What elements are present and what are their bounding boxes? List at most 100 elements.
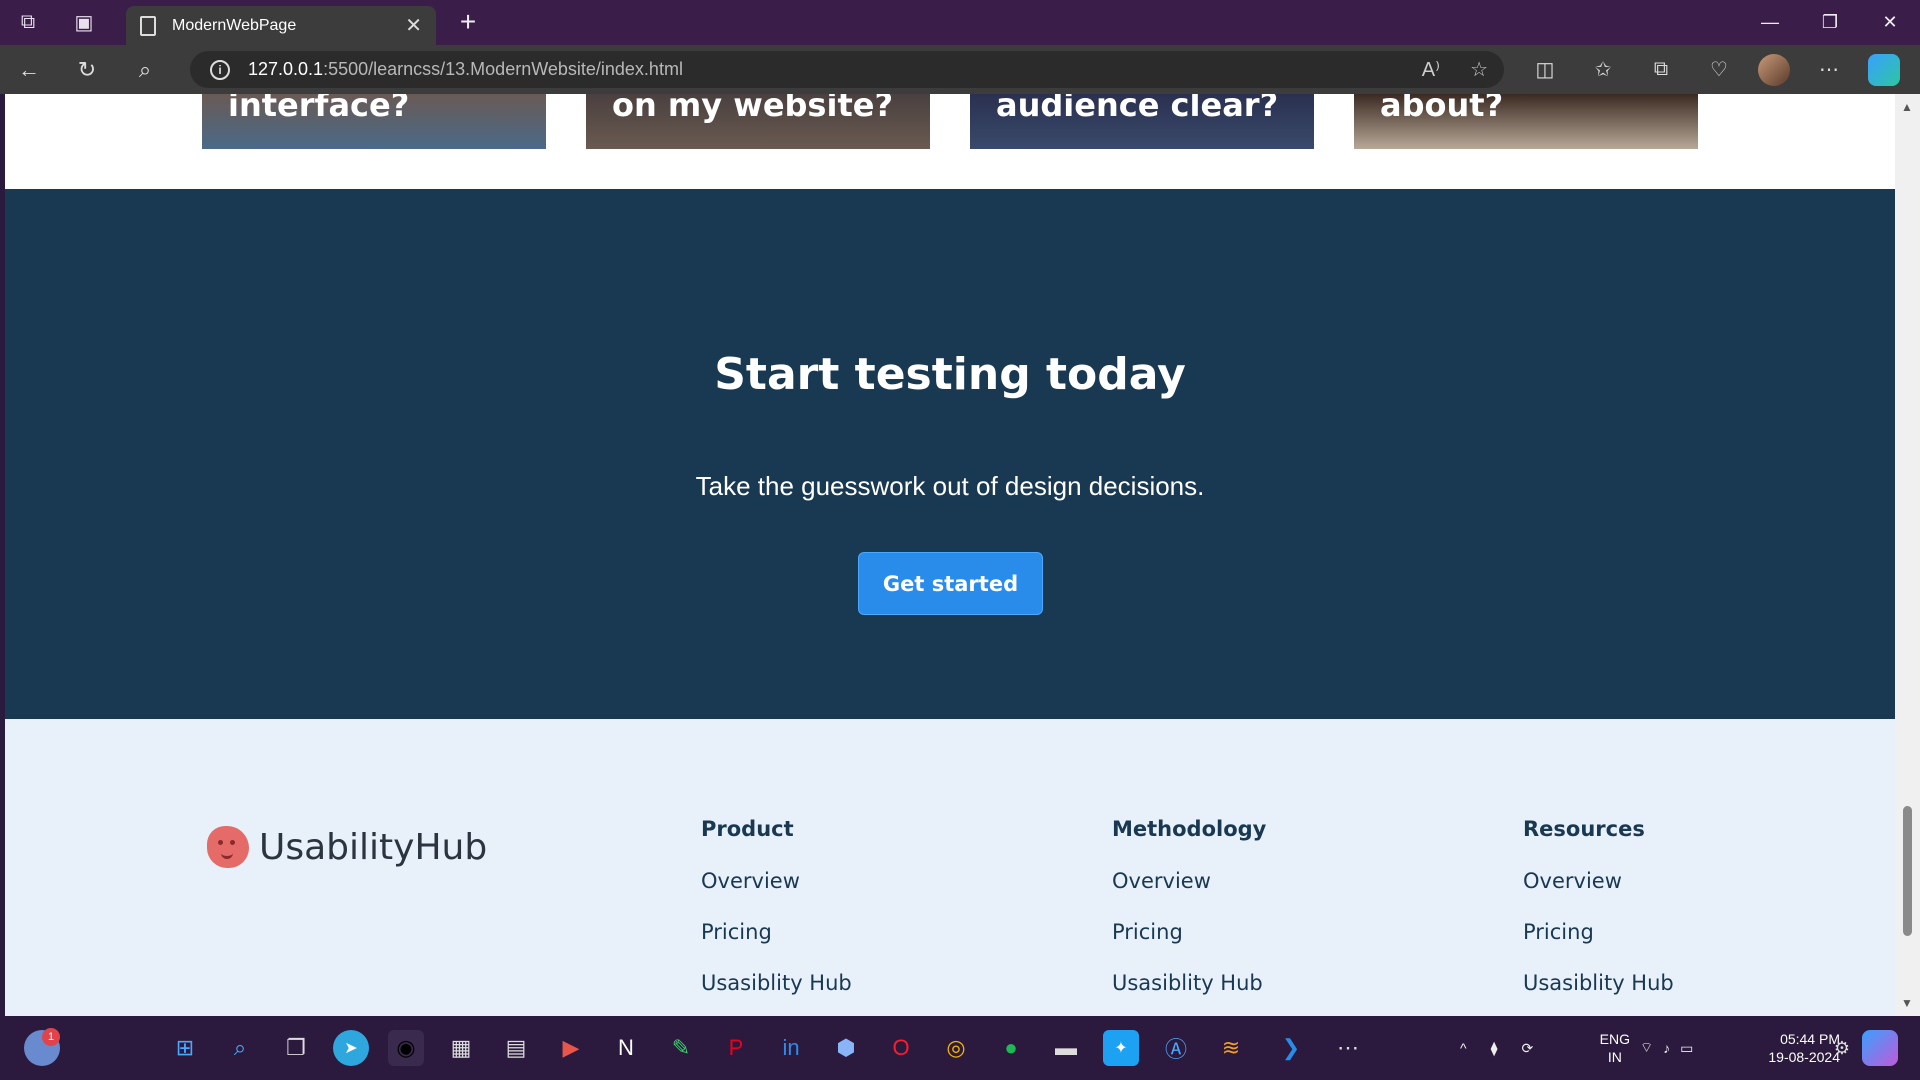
minimize-button[interactable]: — bbox=[1740, 0, 1800, 45]
dropbox-icon[interactable]: ⧫ bbox=[1491, 1040, 1498, 1057]
vscode-icon[interactable]: ❯ bbox=[1273, 1030, 1309, 1066]
card-heading: interface? bbox=[228, 94, 410, 124]
close-tab-icon[interactable]: ✕ bbox=[405, 13, 422, 38]
twitter-icon[interactable]: ✦ bbox=[1103, 1030, 1139, 1066]
card-heading: on my website? bbox=[612, 94, 893, 124]
address-bar[interactable]: i 127.0.0.1:5500/learncss/13.ModernWebsi… bbox=[190, 51, 1504, 88]
logo-icon bbox=[207, 826, 249, 868]
notion-icon[interactable]: N bbox=[608, 1030, 644, 1066]
footer-heading: Resources bbox=[1523, 817, 1645, 841]
copilot-taskbar-icon[interactable] bbox=[1862, 1030, 1898, 1066]
footer-link[interactable]: Pricing bbox=[1112, 920, 1266, 944]
url-path: :5500/learncss/13.ModernWebsite/index.ht… bbox=[323, 59, 683, 79]
store-icon[interactable]: ▤ bbox=[498, 1030, 534, 1066]
notification-badge: 1 bbox=[42, 1028, 60, 1046]
blog-card[interactable]: interface? bbox=[202, 94, 546, 149]
site-info-icon[interactable]: i bbox=[210, 59, 230, 80]
virtualbox-icon[interactable]: ⬢ bbox=[828, 1030, 864, 1066]
cta-title: Start testing today bbox=[714, 349, 1186, 400]
lang-bottom: IN bbox=[1607, 1049, 1622, 1065]
browser-tab[interactable]: ModernWebPage ✕ bbox=[126, 6, 436, 45]
collections-icon[interactable]: ⧉ bbox=[1642, 51, 1680, 89]
search-icon[interactable]: ⌕ bbox=[116, 45, 174, 94]
cards-strip: interface? on my website? audience clear… bbox=[5, 94, 1895, 189]
sublime-icon[interactable]: ≋ bbox=[1213, 1030, 1249, 1066]
get-started-button[interactable]: Get started bbox=[858, 552, 1043, 615]
cta-section: Start testing today Take the guesswork o… bbox=[5, 189, 1895, 719]
brand-logo[interactable]: UsabilityHub bbox=[207, 826, 487, 868]
volume-icon: ♪ bbox=[1663, 1040, 1671, 1056]
scrollbar-thumb[interactable] bbox=[1903, 806, 1912, 936]
page-viewport: interface? on my website? audience clear… bbox=[5, 94, 1895, 1016]
chrome-icon[interactable]: ◎ bbox=[938, 1030, 974, 1066]
split-screen-icon[interactable]: ◫ bbox=[1526, 51, 1564, 89]
page-scrollbar[interactable]: ▲ ▼ bbox=[1895, 94, 1920, 1016]
read-aloud-icon[interactable]: A⁾ bbox=[1422, 57, 1440, 82]
refresh-button[interactable]: ↻ bbox=[58, 45, 116, 94]
edge-icon[interactable]: ◉ bbox=[388, 1030, 424, 1066]
new-tab-button[interactable]: + bbox=[452, 6, 484, 38]
language-indicator[interactable]: ENG IN bbox=[1600, 1030, 1630, 1066]
search-taskbar-icon[interactable]: ⌕ bbox=[222, 1030, 258, 1066]
url-host: 127.0.0.1 bbox=[248, 59, 324, 79]
footer-heading: Product bbox=[701, 817, 794, 841]
more-menu-icon[interactable]: ⋯ bbox=[1810, 51, 1848, 89]
profile-avatar[interactable] bbox=[1758, 53, 1790, 86]
footer-link[interactable]: Pricing bbox=[1523, 920, 1674, 944]
copilot-icon[interactable] bbox=[1868, 53, 1900, 86]
start-icon[interactable]: ⊞ bbox=[167, 1030, 203, 1066]
opera-icon[interactable]: O bbox=[883, 1030, 919, 1066]
tray-chevron-icon[interactable]: ^ bbox=[1460, 1040, 1467, 1056]
windows-taskbar: 1 ⊞ ⌕ ❐ ➤ ◉ ▦ ▤ ▶ N ✎ P in ⬢ O ◎ ● ▬ ✦ Ⓐ… bbox=[0, 1016, 1920, 1080]
footer-column-resources: Resources Overview Pricing Usasiblity Hu… bbox=[1523, 817, 1674, 1016]
quick-settings[interactable]: ⌔ ♪ ▭ bbox=[1640, 1016, 1693, 1080]
cta-subtitle: Take the guesswork out of design decisio… bbox=[695, 471, 1205, 501]
more-apps-icon[interactable]: ⋯ bbox=[1330, 1030, 1366, 1066]
task-view-icon[interactable]: ❐ bbox=[278, 1030, 314, 1066]
system-tray: ^ ⧫ ⟳ bbox=[1460, 1016, 1533, 1080]
camera-icon[interactable]: ▶ bbox=[553, 1030, 589, 1066]
workspaces-icon[interactable]: ⧉ bbox=[0, 0, 56, 45]
pen-icon[interactable]: ✎ bbox=[663, 1030, 699, 1066]
scroll-up-icon[interactable]: ▲ bbox=[1901, 100, 1913, 114]
linkedin-icon[interactable]: in bbox=[773, 1030, 809, 1066]
brand-name: UsabilityHub bbox=[259, 826, 488, 868]
blog-card[interactable]: audience clear? bbox=[970, 94, 1314, 149]
footer-link[interactable]: Pricing bbox=[701, 920, 852, 944]
back-button[interactable]: ← bbox=[0, 45, 58, 94]
footer-link[interactable]: Usasiblity Hub bbox=[701, 971, 852, 995]
footer-column-product: Product Overview Pricing Usasiblity Hub bbox=[701, 817, 852, 1016]
site-footer: UsabilityHub Product Overview Pricing Us… bbox=[5, 719, 1895, 1016]
favorite-star-icon[interactable]: ☆ bbox=[1470, 57, 1488, 82]
window-controls: — ❐ ✕ bbox=[1740, 0, 1920, 45]
footer-link[interactable]: Overview bbox=[701, 869, 852, 893]
lang-top: ENG bbox=[1599, 1031, 1630, 1047]
spotify-icon[interactable]: ● bbox=[993, 1030, 1029, 1066]
tab-actions-icon[interactable]: ▣ bbox=[56, 0, 112, 45]
telegram-icon[interactable]: ➤ bbox=[333, 1030, 369, 1066]
footer-link[interactable]: Overview bbox=[1112, 869, 1266, 893]
toolbar-right: ◫ ✩ ⧉ ♡ ⋯ bbox=[1526, 45, 1900, 94]
terminal-icon[interactable]: ▬ bbox=[1048, 1030, 1084, 1066]
favorites-icon[interactable]: ✩ bbox=[1584, 51, 1622, 89]
close-window-button[interactable]: ✕ bbox=[1860, 0, 1920, 45]
wifi-icon: ⌔ bbox=[1640, 1039, 1654, 1055]
restore-button[interactable]: ❐ bbox=[1800, 0, 1860, 45]
pinterest-icon[interactable]: P bbox=[718, 1030, 754, 1066]
page-icon bbox=[140, 15, 156, 36]
scroll-down-icon[interactable]: ▼ bbox=[1901, 996, 1913, 1010]
footer-link[interactable]: Usasiblity Hub bbox=[1112, 971, 1266, 995]
footer-link[interactable]: Overview bbox=[1523, 869, 1674, 893]
browser-essentials-icon[interactable]: ♡ bbox=[1700, 51, 1738, 89]
settings-gear-icon[interactable]: ⚙ bbox=[1824, 1030, 1860, 1066]
card-heading: audience clear? bbox=[996, 94, 1279, 124]
blog-card[interactable]: on my website? bbox=[586, 94, 930, 149]
blog-card[interactable]: about? bbox=[1354, 94, 1698, 149]
package-icon[interactable]: ▦ bbox=[443, 1030, 479, 1066]
sync-icon[interactable]: ⟳ bbox=[1522, 1040, 1534, 1057]
battery-icon: ▭ bbox=[1680, 1039, 1694, 1056]
app-store-icon[interactable]: Ⓐ bbox=[1158, 1030, 1194, 1066]
footer-column-methodology: Methodology Overview Pricing Usasiblity … bbox=[1112, 817, 1266, 1016]
card-heading: about? bbox=[1380, 94, 1504, 124]
footer-link[interactable]: Usasiblity Hub bbox=[1523, 971, 1674, 995]
